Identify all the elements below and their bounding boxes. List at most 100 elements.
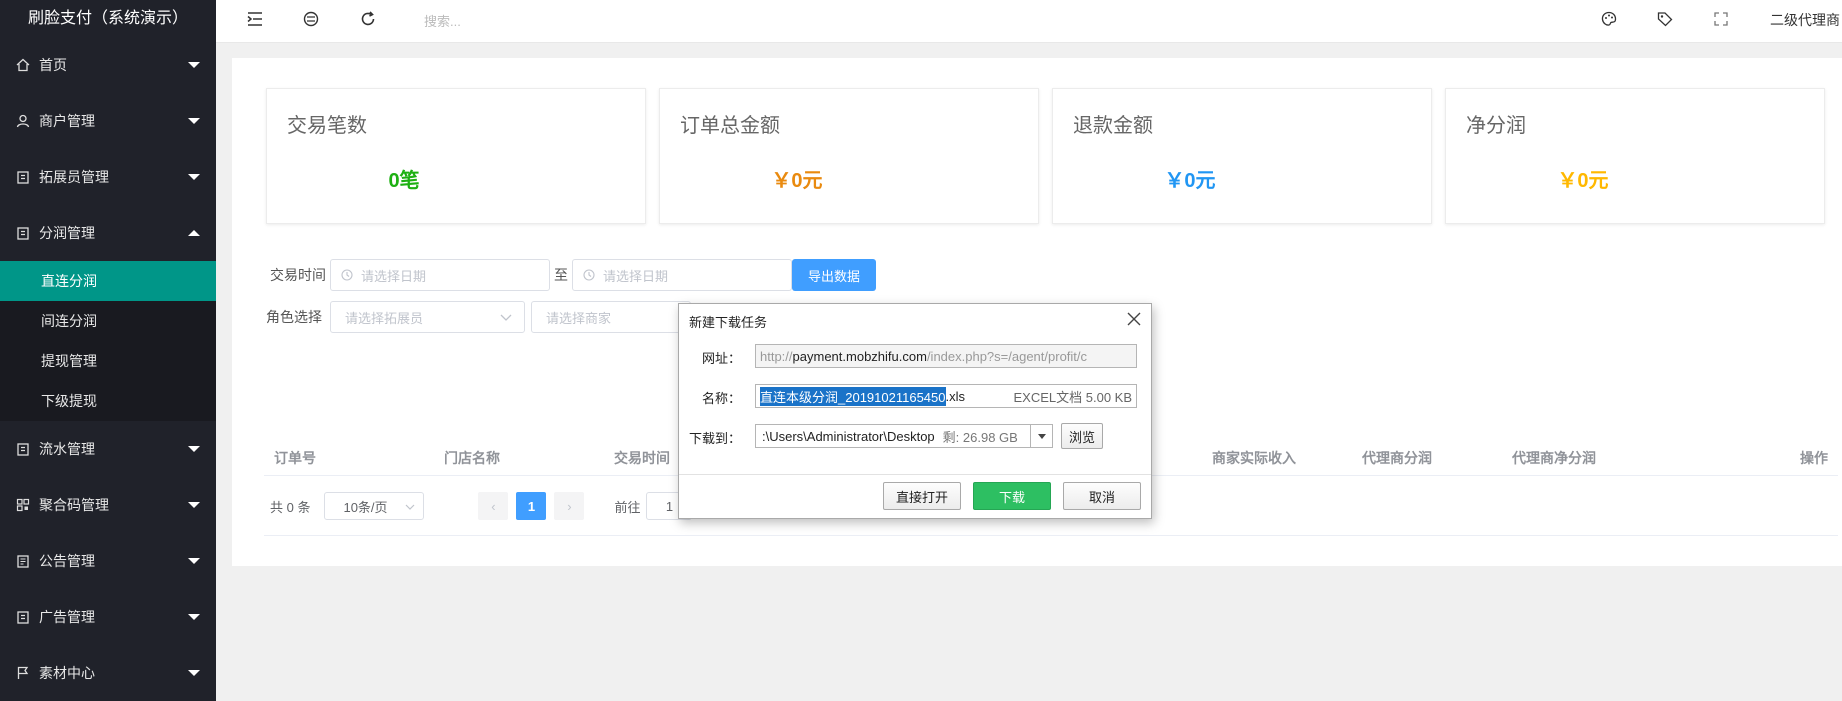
url-path: /index.php?s=/agent/profit/c: [926, 348, 1088, 364]
sidebar-item-ads[interactable]: 广告管理: [0, 589, 216, 645]
sidebar-item-materials[interactable]: 素材中心: [0, 645, 216, 701]
chevron-down-icon: [188, 62, 200, 68]
chevron-down-icon: [188, 670, 200, 676]
notice-icon: [17, 555, 29, 568]
sidebar-item-notices[interactable]: 公告管理: [0, 533, 216, 589]
sidebar-subitem-sub-withdrawals[interactable]: 下级提现: [0, 381, 216, 421]
path-dropdown-button[interactable]: [1030, 425, 1052, 447]
column-header: 代理商净分润: [1512, 450, 1596, 466]
stat-card-order-total: 订单总金额 ￥0元: [659, 88, 1039, 224]
sidebar-item-label: 素材中心: [39, 665, 95, 681]
file-type-info: EXCEL文档 5.00 KB: [1013, 389, 1133, 405]
refresh-icon[interactable]: [359, 10, 377, 28]
stat-card-refunds: 退款金额 ￥0元: [1052, 88, 1432, 224]
stat-title: 交易笔数: [287, 115, 367, 137]
sidebar-subitem-direct-profit[interactable]: 直连分润: [0, 261, 216, 301]
cancel-button[interactable]: 取消: [1063, 482, 1141, 510]
sidebar-item-profit[interactable]: 分润管理: [0, 205, 216, 261]
page-number-current[interactable]: 1: [516, 492, 547, 520]
website-icon[interactable]: [302, 10, 320, 28]
export-data-button[interactable]: 导出数据: [792, 259, 877, 291]
stat-value: 0笔: [388, 170, 420, 192]
clock-icon: [583, 269, 595, 281]
tag-icon[interactable]: [1656, 10, 1674, 28]
merchant-select[interactable]: 请选择商家: [531, 301, 691, 333]
stat-value: ￥0元: [1557, 170, 1609, 192]
page-size-select[interactable]: 10条/页: [324, 492, 425, 520]
url-prefix: http://: [760, 348, 793, 364]
role-filter-row: 角色选择 请选择拓展员 请选择商家: [266, 301, 691, 333]
top-header: 搜索... 二级代理商: [216, 0, 1842, 43]
flag-icon: [17, 666, 29, 679]
sidebar-subitem-indirect-profit[interactable]: 间连分润: [0, 301, 216, 341]
column-header: 门店名称: [444, 450, 500, 466]
filename-selected: 直连本级分润_20191021165450: [760, 386, 946, 406]
clock-icon: [341, 269, 353, 281]
qrcode-icon: [16, 498, 30, 512]
menu-fold-icon[interactable]: [246, 10, 264, 28]
download-button[interactable]: 下载: [973, 482, 1051, 510]
close-icon[interactable]: [1127, 312, 1141, 326]
search-input[interactable]: 搜索...: [424, 11, 461, 30]
dialog-title: 新建下载任务: [689, 315, 768, 330]
theme-palette-icon[interactable]: [1600, 10, 1618, 28]
sidebar-item-label: 商户管理: [39, 113, 95, 129]
date-placeholder: 请选择日期: [361, 268, 427, 284]
clipboard-icon: [17, 227, 29, 240]
column-header: 交易时间: [614, 450, 670, 466]
open-directly-button[interactable]: 直接打开: [883, 482, 961, 510]
chevron-down-icon: [188, 446, 200, 452]
chevron-down-icon: [406, 504, 415, 510]
clipboard-icon: [17, 171, 29, 184]
chevron-down-icon: [188, 174, 200, 180]
select-placeholder: 请选择拓展员: [345, 310, 424, 326]
stat-title: 退款金额: [1073, 115, 1153, 137]
next-page-button[interactable]: ›: [554, 492, 585, 520]
app-title: 刷脸支付（系统演示）: [0, 0, 216, 37]
sidebar-subitem-withdrawals[interactable]: 提现管理: [0, 341, 216, 381]
to-label: 至: [554, 267, 568, 283]
stat-card-transactions: 交易笔数 0笔: [266, 88, 646, 224]
free-space: 剩: 26.98 GB: [942, 429, 1018, 445]
stat-title: 订单总金额: [680, 115, 780, 137]
name-label: 名称：: [701, 391, 741, 406]
page-size-value: 10条/页: [343, 499, 388, 515]
user-icon: [16, 114, 30, 128]
chevron-down-icon: [188, 614, 200, 620]
sidebar-item-label: 流水管理: [39, 441, 95, 457]
stat-value: ￥0元: [1164, 170, 1216, 192]
stat-card-net-profit: 净分润 ￥0元: [1445, 88, 1825, 224]
select-placeholder: 请选择商家: [546, 310, 612, 326]
sidebar-item-home[interactable]: 首页: [0, 37, 216, 93]
sidebar-item-qrcodes[interactable]: 聚合码管理: [0, 477, 216, 533]
sidebar-item-label: 拓展员管理: [39, 169, 109, 185]
chevron-down-icon: [188, 502, 200, 508]
browse-button[interactable]: 浏览: [1061, 423, 1103, 449]
sidebar-item-transactions[interactable]: 流水管理: [0, 421, 216, 477]
sidebar-item-expanders[interactable]: 拓展员管理: [0, 149, 216, 205]
chevron-up-icon: [188, 230, 200, 236]
expander-select[interactable]: 请选择拓展员: [330, 301, 525, 333]
sidebar-item-merchants[interactable]: 商户管理: [0, 93, 216, 149]
url-host: payment.mobzhifu.com: [792, 348, 927, 364]
sidebar: 刷脸支付（系统演示） 首页 商户管理 拓展员管理 分润管理 直连分润 间连分润 …: [0, 0, 216, 701]
prev-page-button[interactable]: ‹: [478, 492, 509, 520]
start-date-input[interactable]: 请选择日期: [330, 259, 550, 291]
column-header: 商家实际收入: [1212, 450, 1296, 466]
fullscreen-icon[interactable]: [1712, 10, 1730, 28]
filename-ext: .xls: [945, 388, 966, 404]
stat-title: 净分润: [1466, 115, 1526, 137]
clipboard-icon: [17, 443, 29, 456]
stat-value: ￥0元: [771, 170, 823, 192]
role-label: 角色选择: [266, 309, 322, 325]
total-count: 共 0 条: [270, 499, 311, 515]
save-path: :\Users\Administrator\Desktop: [762, 428, 935, 444]
clipboard-icon: [17, 611, 29, 624]
user-role-menu[interactable]: 二级代理商: [1770, 10, 1840, 30]
sidebar-item-label: 公告管理: [39, 553, 95, 569]
column-header: 代理商分润: [1362, 450, 1432, 466]
save-path-select[interactable]: :\Users\Administrator\Desktop 剩: 26.98 G…: [755, 424, 1053, 448]
chevron-down-icon: [500, 314, 512, 321]
end-date-input[interactable]: 请选择日期: [572, 259, 792, 291]
filename-input[interactable]: 直连本级分润_20191021165450 .xls EXCEL文档 5.00 K…: [755, 384, 1137, 408]
